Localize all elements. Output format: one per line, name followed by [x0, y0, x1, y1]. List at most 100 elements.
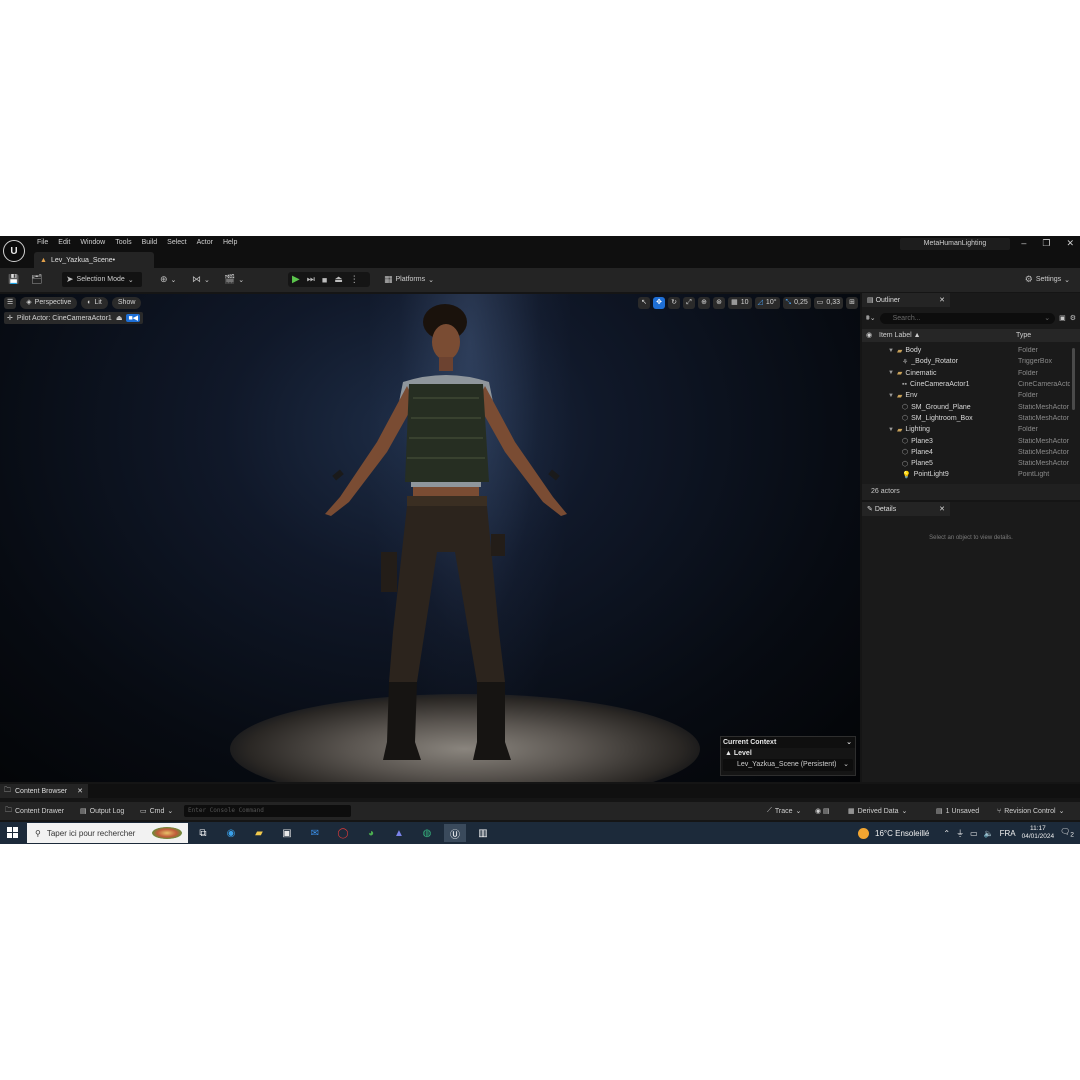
unreal-logo-icon[interactable]: U — [3, 240, 25, 262]
add-actor-button[interactable]: ⊕ ⌄ — [160, 272, 176, 287]
show-button[interactable]: Show — [111, 297, 142, 309]
level-viewport[interactable]: ☰ ◈ Perspective ◐ Lit Show ✛ Pilot Actor… — [0, 294, 860, 782]
outliner-scrollbar[interactable] — [1072, 348, 1075, 410]
outliner-tab[interactable]: ▤ Outliner ✕ — [862, 293, 950, 307]
content-drawer-button[interactable]: 🗀 Content Drawer — [5, 805, 64, 817]
outliner-row[interactable]: ▼ ▰ Lighting Folder — [862, 424, 1080, 435]
mail-icon[interactable]: ✉ — [304, 824, 326, 842]
scale-snap-control[interactable]: ⤡ 0,25 — [782, 297, 811, 309]
opera-icon[interactable]: ◯ — [332, 824, 354, 842]
network-icon[interactable]: ⏚ — [956, 828, 964, 839]
outliner-row[interactable]: ⬡ SM_Ground_Plane StaticMeshActor — [862, 401, 1080, 412]
xbox-icon[interactable]: ◍ — [416, 824, 438, 842]
outliner-row[interactable]: ⬡ Plane5 StaticMeshActor — [862, 458, 1080, 469]
menu-edit[interactable]: Edit — [53, 238, 75, 247]
eject-icon[interactable]: ⏏ — [334, 274, 343, 285]
more-options-icon[interactable]: ⋮ — [350, 274, 359, 285]
derived-data-dropdown[interactable]: ▦ Derived Data ⌄ — [848, 805, 907, 817]
maximize-button[interactable]: ❐ — [1042, 238, 1050, 249]
file-explorer-icon[interactable]: ▰ — [248, 824, 270, 842]
menu-build[interactable]: Build — [137, 238, 163, 247]
lit-button[interactable]: ◐ Lit — [81, 297, 108, 309]
minimize-button[interactable]: – — [1021, 238, 1026, 249]
caret-down-icon[interactable]: ▼ — [888, 427, 894, 433]
record-icon[interactable]: ◉ ▤ — [815, 805, 830, 817]
edge-icon[interactable]: ◉ — [220, 824, 242, 842]
menu-help[interactable]: Help — [218, 238, 242, 247]
viewport-menu-button[interactable]: ☰ — [4, 297, 17, 309]
rotate-tool-icon[interactable]: ↻ — [668, 297, 681, 309]
close-icon[interactable]: ✕ — [939, 296, 945, 304]
platforms-dropdown[interactable]: ▦ Platforms ⌄ — [384, 272, 434, 287]
console-input[interactable]: Enter Console Command — [184, 805, 351, 817]
epic-games-icon[interactable]: ▥ — [472, 824, 494, 842]
unreal-engine-icon[interactable]: Ⓤ — [444, 824, 466, 842]
chevron-up-icon[interactable]: ⌃ — [943, 829, 950, 838]
step-icon[interactable]: ⏭ — [307, 274, 315, 285]
level-select[interactable]: Lev_Yazkua_Scene (Persistent) ⌄ — [723, 759, 853, 771]
outliner-row[interactable]: ⬡ Plane3 StaticMeshActor — [862, 435, 1080, 446]
outliner-row[interactable]: ⬡ Plane4 StaticMeshActor — [862, 447, 1080, 458]
weather-text[interactable]: 16°C Ensoleillé — [875, 829, 929, 838]
blueprint-button[interactable]: ⋈ ⌄ — [192, 272, 210, 287]
outliner-row[interactable]: 💡 PointLight9 PointLight — [862, 469, 1080, 480]
content-icon[interactable]: 🗂 — [31, 272, 42, 287]
details-tab[interactable]: ✎ Details ✕ — [862, 502, 950, 516]
settings-dropdown[interactable]: ⚙ Settings ⌄ — [1025, 272, 1070, 287]
grid-snap-control[interactable]: ▦ 10 — [728, 297, 752, 309]
scale-tool-icon[interactable]: ⤢ — [683, 297, 696, 309]
cmd-dropdown[interactable]: ▭ Cmd ⌄ — [140, 805, 173, 817]
select-tool-icon[interactable]: ↖ — [638, 297, 651, 309]
current-context-header[interactable]: Current Context ⌄ — [721, 737, 855, 748]
outliner-row[interactable]: ⚘ _Body_Rotator TriggerBox — [862, 356, 1080, 367]
save-icon[interactable]: 💾 — [8, 272, 19, 287]
rotation-snap-control[interactable]: ◿ 10° — [754, 297, 780, 309]
move-tool-icon[interactable]: ✥ — [653, 297, 666, 309]
task-view-icon[interactable]: ⧉ — [192, 824, 214, 842]
windows-start-icon[interactable] — [7, 827, 18, 838]
trace-dropdown[interactable]: ⟋ Trace ⌄ — [767, 805, 801, 817]
teams-icon[interactable]: ▲ — [388, 824, 410, 842]
surface-snap-icon[interactable]: ⊛ — [713, 297, 726, 309]
layout-icon[interactable]: ⊞ — [846, 297, 858, 309]
world-space-icon[interactable]: ⊕ — [698, 297, 711, 309]
menu-file[interactable]: File — [32, 238, 53, 247]
close-button[interactable]: ✕ — [1066, 238, 1074, 249]
close-icon[interactable]: ✕ — [77, 787, 83, 795]
perspective-button[interactable]: ◈ Perspective — [20, 297, 78, 309]
level-tab[interactable]: ▲ Lev_Yazkua_Scene• — [34, 252, 154, 268]
add-folder-icon[interactable]: ▣ — [1059, 314, 1066, 322]
volume-icon[interactable]: 🔈 — [984, 829, 994, 838]
caret-down-icon[interactable]: ▼ — [888, 348, 894, 354]
eye-icon[interactable]: ◉ — [866, 329, 872, 342]
eject-pilot-icon[interactable]: ⏏ — [116, 314, 123, 322]
store-icon[interactable]: ▣ — [276, 824, 298, 842]
taskbar-search[interactable]: ⚲ Taper ici pour rechercher — [27, 823, 188, 843]
camera-speed-control[interactable]: ▭ 0,33 — [813, 297, 843, 309]
stop-icon[interactable]: ■ — [322, 275, 327, 285]
pilot-icon[interactable]: ✛ — [7, 314, 13, 322]
gear-icon[interactable]: ⚙ — [1070, 314, 1076, 322]
item-label-column[interactable]: Item Label ▲ — [879, 329, 921, 342]
caret-down-icon[interactable]: ▼ — [888, 370, 894, 376]
filter-icon[interactable]: ⩩⌄ — [866, 314, 876, 323]
camera-icon[interactable]: ■◀ — [126, 314, 141, 322]
clock[interactable]: 11:17 04/01/2024 — [1022, 825, 1055, 841]
output-log-button[interactable]: ▤ Output Log — [80, 805, 124, 817]
language-indicator[interactable]: FRA — [1000, 829, 1016, 838]
selection-mode-dropdown[interactable]: ➤ Selection Mode ⌄ — [62, 272, 142, 287]
notification-icon[interactable]: 🗨2 — [1060, 827, 1074, 839]
menu-tools[interactable]: Tools — [110, 238, 136, 247]
play-icon[interactable]: ▶ — [292, 274, 300, 285]
type-column[interactable]: Type — [1016, 329, 1031, 342]
content-browser-tab[interactable]: 🗀 Content Browser ✕ — [0, 784, 88, 798]
outliner-row[interactable]: ▼ ▰ Env Folder — [862, 390, 1080, 401]
cinematics-button[interactable]: 🎬 ⌄ — [224, 272, 244, 287]
close-icon[interactable]: ✕ — [939, 505, 945, 513]
caret-down-icon[interactable]: ▼ — [888, 393, 894, 399]
outliner-row[interactable]: ⬡ SM_Lightroom_Box StaticMeshActor — [862, 413, 1080, 424]
menu-select[interactable]: Select — [162, 238, 191, 247]
menu-window[interactable]: Window — [75, 238, 110, 247]
metahuman-character[interactable] — [285, 302, 615, 777]
unsaved-button[interactable]: ▤ 1 Unsaved — [936, 805, 979, 817]
